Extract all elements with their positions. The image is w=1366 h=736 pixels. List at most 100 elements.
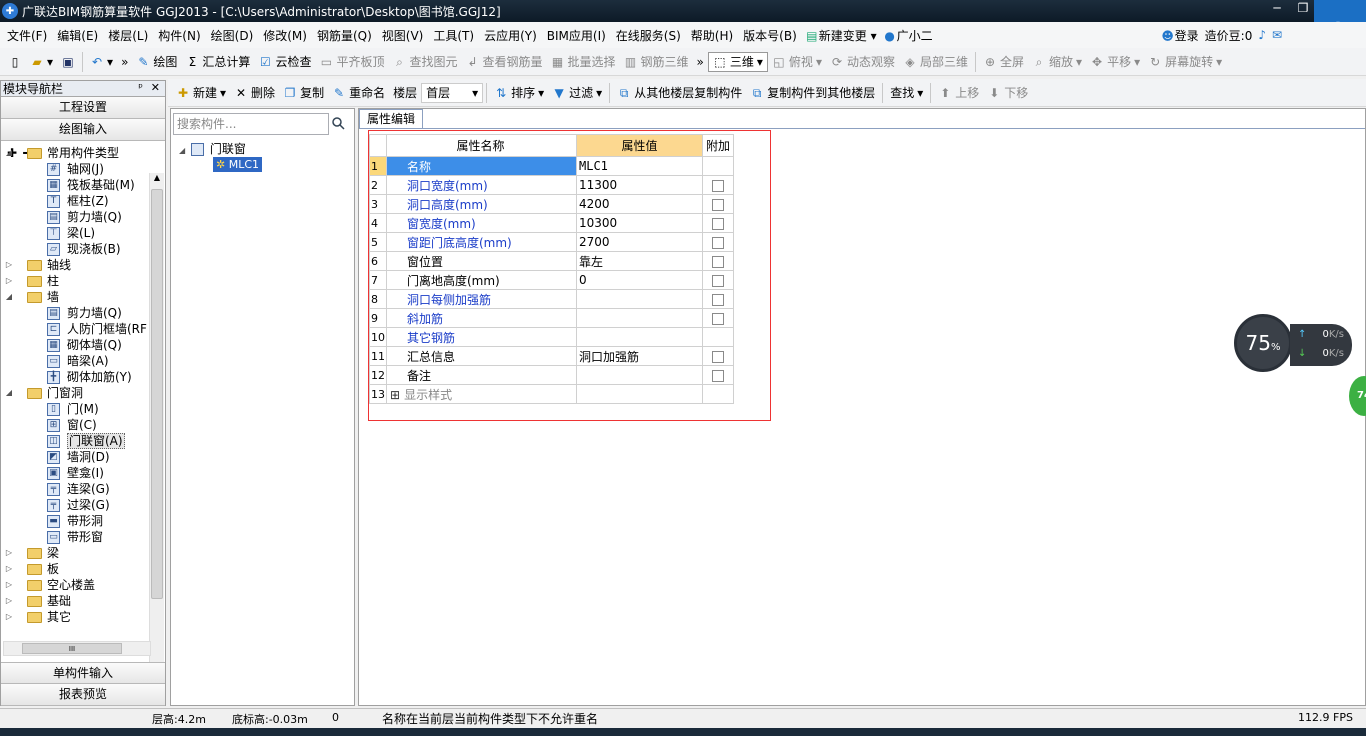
move-up-button[interactable]: ⬆ 上移 [934,82,983,104]
menu-cloud[interactable]: 云应用(Y) [479,27,542,44]
collapse-icon[interactable]: ◢ [5,385,13,401]
network-monitor-widget[interactable]: 75% ↑ 0K/s ↓ 0K/s [1234,314,1354,374]
menu-version[interactable]: 版本号(B) [738,27,802,44]
bell-icon[interactable]: ♪ [1255,28,1269,42]
drawing-input-button[interactable]: 绘图输入 [1,119,165,141]
view-rebar-button[interactable]: ↲ 查看钢筋量 [461,51,546,73]
close-icon[interactable]: ✕ [151,81,160,94]
zoom-button[interactable]: ⌕ 缩放 ▾ [1028,51,1086,73]
tree-item[interactable]: ╋ 砌体加筋(Y) [1,369,151,385]
component-item-mlc1[interactable]: ✲ MLC1 [213,157,263,172]
tree-item[interactable]: ╤ 连梁(G) [1,481,151,497]
tree-item[interactable]: ▦ 筏板基础(M) [1,177,151,193]
hscroll-thumb[interactable]: III [22,643,122,654]
tree-item[interactable]: ▤ 剪力墙(Q) [1,305,151,321]
tree-folder[interactable]: ▷ 空心楼盖 [1,577,151,593]
maximize-button[interactable]: ❐ [1290,0,1316,18]
tree-folder[interactable]: ◢ 门窗洞 [1,385,151,401]
new-component-button[interactable]: ✚ 新建 ▾ [172,82,230,104]
collapse-icon[interactable]: ◢ [179,146,185,155]
copy-to-floor-button[interactable]: ⧉ 复制构件到其他楼层 [746,82,879,104]
tab-property-edit[interactable]: 属性编辑 [359,109,423,128]
tree-folder[interactable]: ▷ 板 [1,561,151,577]
save-button[interactable]: ▣ [57,51,79,73]
message-icon[interactable]: ✉ [1269,28,1285,42]
rename-button[interactable]: ✎ 重命名 [328,82,389,104]
login-menu[interactable]: ☻登录 [1158,27,1202,44]
delete-button[interactable]: ✕ 删除 [230,82,279,104]
component-tree-root[interactable]: ◢ 门联窗 [179,141,246,157]
rotate-screen-button[interactable]: ↻ 屏幕旋转 ▾ [1144,51,1226,73]
tree-item[interactable]: ⊏ 人防门框墙(RF [1,321,151,337]
tree-item[interactable]: ▦ 砌体墙(Q) [1,337,151,353]
scroll-up-icon[interactable]: ▲ [150,173,164,187]
menu-online[interactable]: 在线服务(S) [611,27,686,44]
pan-button[interactable]: ✥ 平移 ▾ [1086,51,1144,73]
collapse-icon[interactable]: ◢ [5,289,13,305]
tree-item[interactable]: ▣ 壁龛(I) [1,465,151,481]
tree-folder[interactable]: ▷ 轴线 [1,257,151,273]
tree-folder[interactable]: ▷ 梁 [1,545,151,561]
tree-folder[interactable]: ◢ 墙 [1,289,151,305]
sum-calc-button[interactable]: Σ 汇总计算 [181,51,254,73]
tree-item[interactable]: ▬ 带形洞 [1,513,151,529]
flat-slab-button[interactable]: ▭ 平齐板顶 [315,51,388,73]
tree-item[interactable]: ▱ 现浇板(B) [1,241,151,257]
tree-item[interactable]: ◫ 门联窗(A) [1,433,151,449]
cloud-check-button[interactable]: ☑ 云检查 [254,51,315,73]
tree-item[interactable]: ▭ 带形窗 [1,529,151,545]
minimize-button[interactable]: ─ [1264,0,1290,18]
menu-view[interactable]: 视图(V) [377,27,429,44]
single-component-input-button[interactable]: 单构件输入 [1,662,165,684]
tree-folder[interactable]: ◢ 常用构件类型 [1,145,151,161]
tree-item[interactable]: # 轴网(J) [1,161,151,177]
tree-folder[interactable]: ▷ 其它 [1,609,151,625]
top-view-button[interactable]: ◱ 俯视 ▾ [768,51,826,73]
new-file-button[interactable]: ▯ [4,51,26,73]
project-settings-button[interactable]: 工程设置 [1,97,165,119]
menu-modify[interactable]: 修改(M) [258,27,312,44]
menu-help[interactable]: 帮助(H) [686,27,738,44]
menu-bim[interactable]: BIM应用(I) [542,27,611,44]
search-icon[interactable] [331,116,347,132]
draw-button[interactable]: ✎ 绘图 [132,51,181,73]
tree-folder[interactable]: ▷ 基础 [1,593,151,609]
tree-horizontal-scrollbar[interactable]: III [3,641,151,656]
expand-icon[interactable]: ▷ [5,545,13,561]
tree-item[interactable]: ╤ 过梁(G) [1,497,151,513]
tree-item[interactable]: ▭ 暗梁(A) [1,353,151,369]
batch-select-button[interactable]: ▦ 批量选择 [547,51,620,73]
local-3d-button[interactable]: ◈ 局部三维 [899,51,972,73]
menu-draw[interactable]: 绘图(D) [206,27,259,44]
tree-item[interactable]: ▤ 剪力墙(Q) [1,209,151,225]
report-preview-button[interactable]: 报表预览 [1,684,165,706]
menu-tools[interactable]: 工具(T) [428,27,479,44]
menu-rebar[interactable]: 钢筋量(Q) [312,27,377,44]
new-change-menu[interactable]: ▤新建变更 ▾ [802,27,880,44]
collapse-icon[interactable]: ◢ [5,145,13,161]
component-search-input[interactable]: 搜索构件... [173,113,329,135]
menu-component[interactable]: 构件(N) [153,27,205,44]
expand-icon[interactable]: ▷ [5,257,13,273]
assistant-menu[interactable]: ● 广小二 [880,27,936,44]
pin-icon[interactable]: ᵖ [138,81,143,94]
tree-item[interactable]: T 框柱(Z) [1,193,151,209]
expand-icon[interactable]: ▷ [5,577,13,593]
dynamic-view-button[interactable]: ⟳ 动态观察 [826,51,899,73]
sort-button[interactable]: ⇅ 排序 ▾ [490,82,548,104]
menu-edit[interactable]: 编辑(E) [52,27,103,44]
move-down-button[interactable]: ⬇ 下移 [983,82,1032,104]
more-button-2[interactable]: » [693,51,708,73]
tree-item[interactable]: ⊞ 窗(C) [1,417,151,433]
tree-vertical-scrollbar[interactable]: ▲ ▼ [149,173,164,678]
open-file-button[interactable]: ▰ ▾ [26,51,57,73]
scroll-thumb[interactable] [151,189,163,599]
rebar-3d-button[interactable]: ▥ 钢筋三维 [620,51,693,73]
tree-item[interactable]: ◩ 墙洞(D) [1,449,151,465]
expand-icon[interactable]: ▷ [5,593,13,609]
menu-file[interactable]: 文件(F) [2,27,52,44]
fullscreen-button[interactable]: ⊕ 全屏 [979,51,1028,73]
copy-from-floor-button[interactable]: ⧉ 从其他楼层复制构件 [613,82,746,104]
menu-floor[interactable]: 楼层(L) [103,27,153,44]
tree-item[interactable]: ▯ 门(M) [1,401,151,417]
